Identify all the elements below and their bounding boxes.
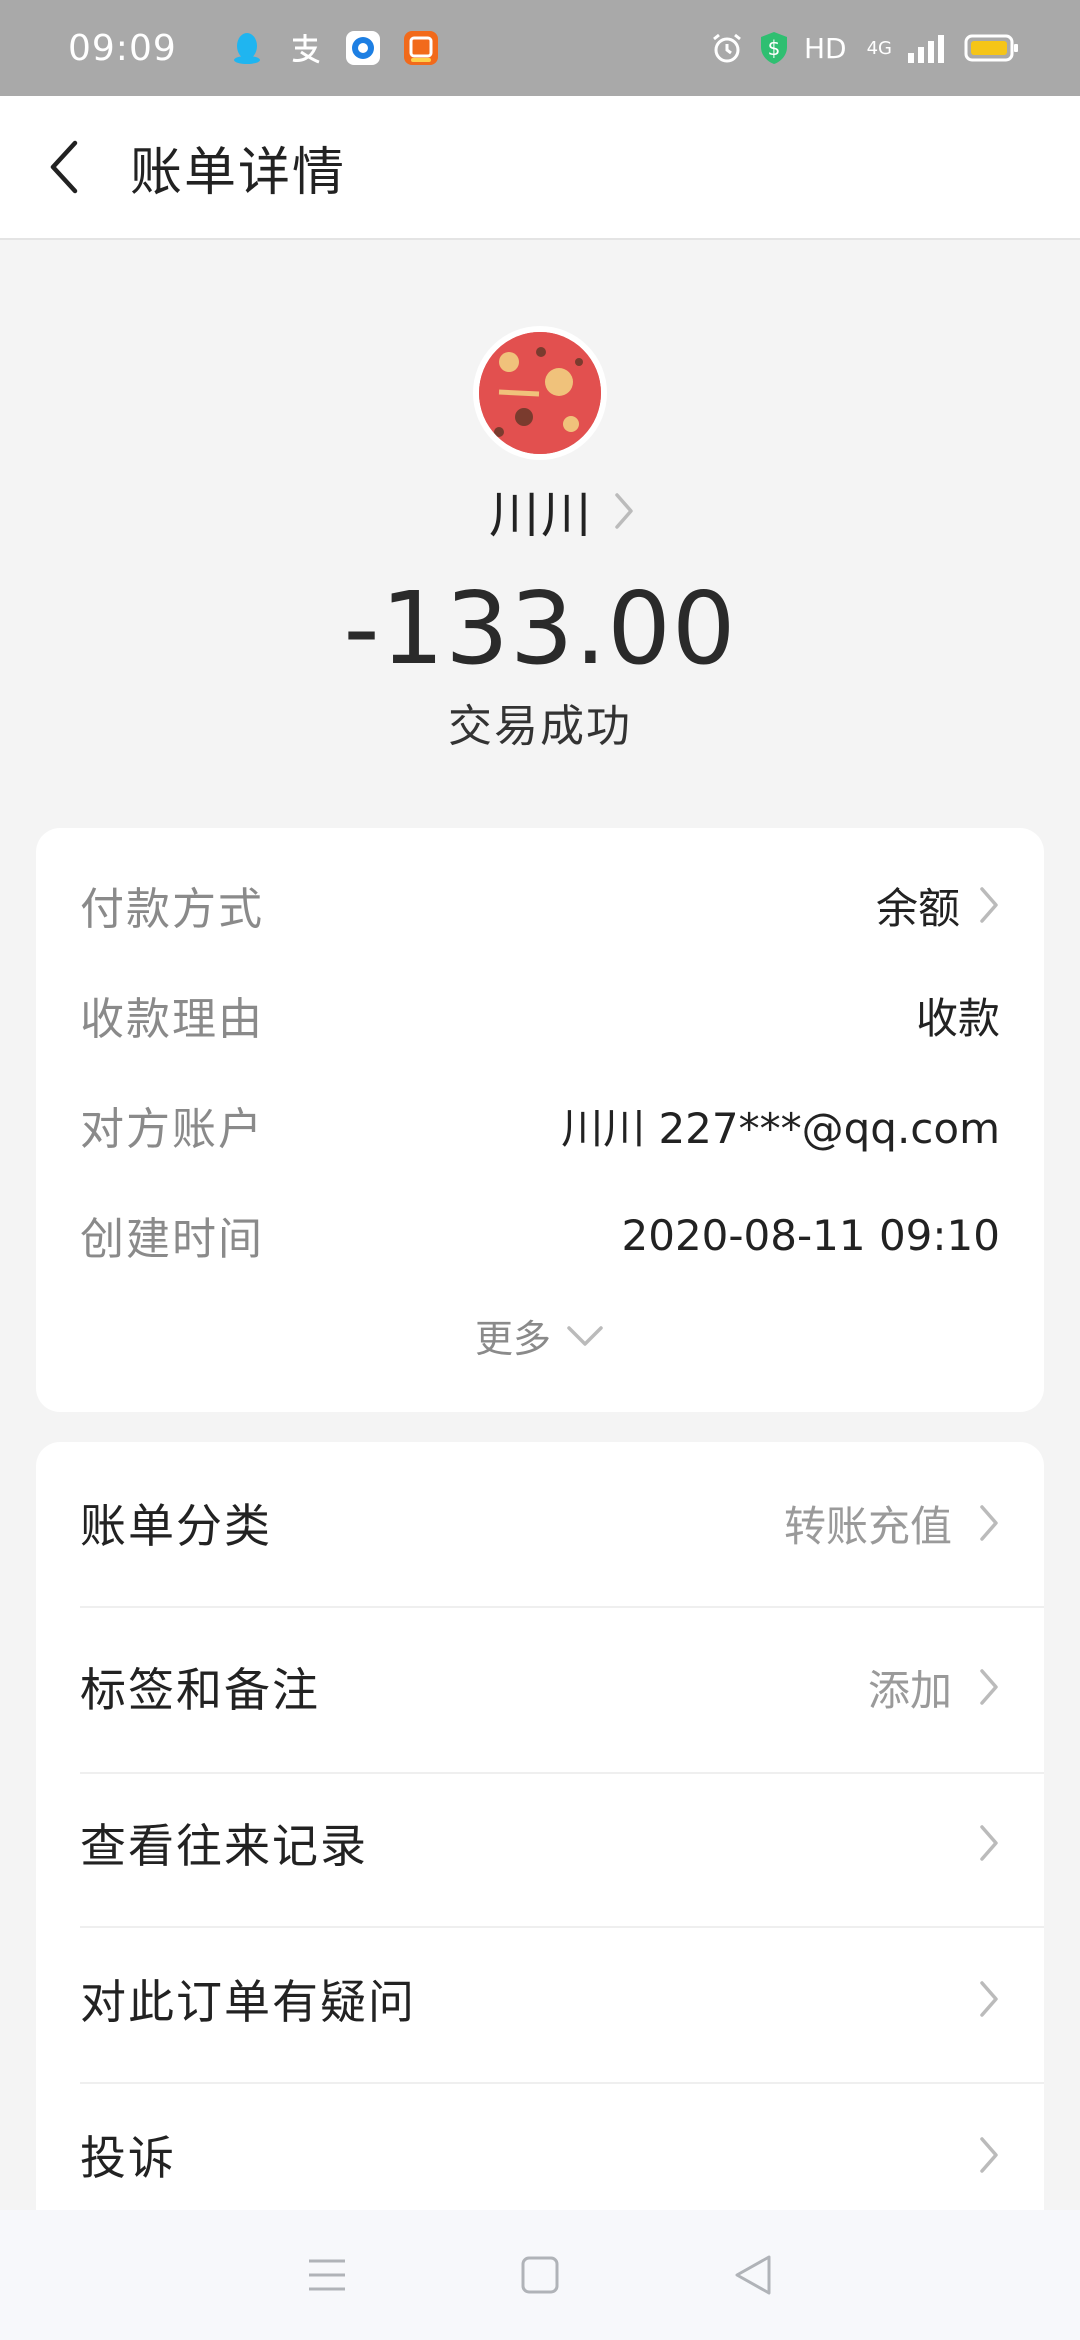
tags-notes-row[interactable]: 标签和备注 添加 xyxy=(80,1612,1000,1762)
avatar[interactable] xyxy=(473,326,607,460)
menu-label: 投诉 xyxy=(80,2131,176,2185)
hd-label: HD xyxy=(803,31,847,65)
back-nav-button[interactable] xyxy=(723,2245,783,2305)
detail-label: 付款方式 xyxy=(80,884,264,935)
page-title: 账单详情 xyxy=(130,142,347,203)
chevron-right-icon xyxy=(980,887,998,923)
order-question-row[interactable]: 对此订单有疑问 xyxy=(80,1924,1000,2074)
chevron-right-icon xyxy=(615,493,633,529)
back-button[interactable] xyxy=(0,95,130,239)
detail-label: 对方账户 xyxy=(80,1104,264,1155)
home-button[interactable] xyxy=(510,2245,570,2305)
detail-value: 余额 xyxy=(875,883,960,933)
qq-icon xyxy=(233,33,260,64)
bill-category-row[interactable]: 账单分类 转账充值 xyxy=(80,1448,1000,1598)
detail-value: 2020-08-11 09:10 xyxy=(621,1210,1000,1260)
status-bar: 09:09 $ HD 4G xyxy=(0,0,1080,96)
chevron-right-icon xyxy=(980,1981,998,2017)
alipay-icon xyxy=(292,34,320,64)
menu-value: 转账充值 xyxy=(783,1501,952,1551)
detail-value: 收款 xyxy=(915,993,1000,1043)
detail-label: 创建时间 xyxy=(80,1214,264,1265)
signal-icon xyxy=(908,35,944,63)
menu-label: 标签和备注 xyxy=(80,1663,320,1717)
chevron-right-icon xyxy=(980,1669,998,1705)
more-label: 更多 xyxy=(474,1317,551,1361)
menu-button[interactable] xyxy=(297,2245,357,2305)
status-time: 09:09 xyxy=(68,27,177,69)
menu-label: 查看往来记录 xyxy=(80,1819,368,1873)
home-square-icon xyxy=(521,2256,559,2294)
view-history-row[interactable]: 查看往来记录 xyxy=(80,1768,1000,1918)
shop-app-icon xyxy=(403,31,438,65)
transaction-amount: -133.00 xyxy=(343,570,737,687)
transaction-status: 交易成功 xyxy=(448,701,632,752)
detail-label: 收款理由 xyxy=(80,994,264,1045)
menu-icon xyxy=(308,2259,345,2291)
chevron-right-icon xyxy=(980,1505,998,1541)
browser-icon xyxy=(345,31,380,65)
chevron-right-icon xyxy=(980,2137,998,2173)
back-arrow-icon xyxy=(50,140,78,194)
menu-label: 账单分类 xyxy=(80,1499,272,1553)
complaint-row[interactable]: 投诉 xyxy=(80,2080,1000,2230)
menu-label: 对此订单有疑问 xyxy=(80,1975,416,2029)
network-label: 4G xyxy=(866,37,892,59)
shield-icon: $ xyxy=(760,32,787,64)
battery-icon xyxy=(964,34,1018,62)
alarm-icon xyxy=(713,33,741,63)
back-triangle-icon xyxy=(735,2255,771,2295)
details-card: 付款方式 余额 收款理由 收款 对方账户 川川 227***@qq.com 创建… xyxy=(36,828,1044,1412)
created-time-row: 创建时间 2020-08-11 09:10 xyxy=(80,1200,1000,1270)
divider xyxy=(80,1606,1044,1608)
payee-name-row[interactable]: 川川 xyxy=(0,475,1080,547)
transaction-header: 川川 -133.00 交易成功 xyxy=(0,240,1080,830)
svg-text:$: $ xyxy=(768,36,781,60)
nav-bar: 账单详情 xyxy=(0,96,1080,240)
counterparty-account-row: 对方账户 川川 227***@qq.com xyxy=(80,1090,1000,1160)
detail-value: 川川 227***@qq.com xyxy=(561,1103,1000,1153)
menu-value: 添加 xyxy=(867,1665,952,1715)
chevron-down-icon xyxy=(567,1325,603,1346)
actions-card: 账单分类 转账充值 标签和备注 添加 查看往来记录 对此订单有疑问 投诉 xyxy=(36,1442,1044,2242)
payee-name: 川川 xyxy=(489,486,593,544)
cat-pattern-avatar-image xyxy=(479,332,601,454)
payment-reason-row: 收款理由 收款 xyxy=(80,980,1000,1050)
chevron-right-icon xyxy=(980,1825,998,1861)
system-nav-bar xyxy=(0,2210,1080,2340)
payment-method-row[interactable]: 付款方式 余额 xyxy=(80,870,1000,940)
more-button[interactable]: 更多 xyxy=(36,1308,1044,1363)
